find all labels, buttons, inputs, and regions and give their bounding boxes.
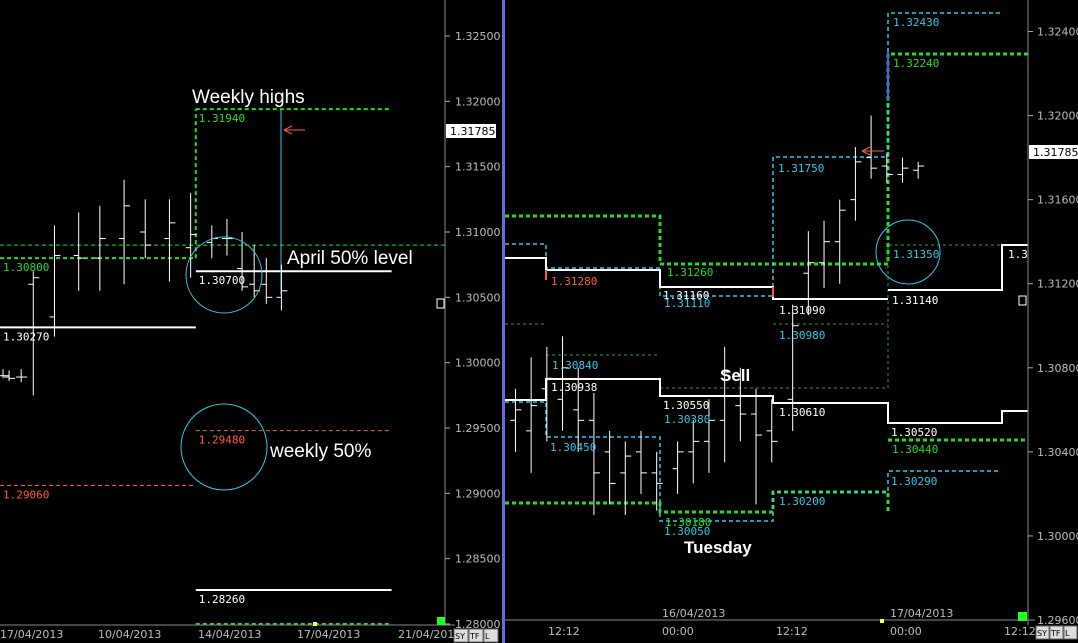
- level-label: 1.30840: [552, 359, 598, 372]
- level-label: 1.30380: [664, 413, 710, 426]
- y-tick-label: 1.32400: [1037, 26, 1078, 39]
- corner-button-tf[interactable]: TF: [468, 628, 484, 643]
- y-tick-label: 1.29600: [1037, 614, 1078, 627]
- x-tick-label: 00:00: [890, 625, 922, 638]
- annotation-april-50: April 50% level: [287, 248, 413, 269]
- level-label: 1.31140: [892, 294, 938, 307]
- corner-button-label: TF: [469, 632, 480, 641]
- y-tick-label: 1.30000: [1037, 530, 1078, 543]
- forex-chart-canvas: 1.31940 1.30800 1.30700 1.30270 1.29480 1.290…: [0, 0, 1078, 643]
- y-tick-label: 1.28500: [455, 553, 501, 566]
- x-tick-label: 12:12: [776, 625, 808, 638]
- daily-high-line: [505, 52, 1028, 266]
- level-label: 1.31280: [551, 275, 597, 288]
- white-pivot-upper: [505, 244, 1028, 300]
- level-label: 1.32430: [893, 16, 939, 29]
- level-label: 1.30700: [199, 274, 245, 287]
- annotation-sell: Sell: [720, 366, 750, 385]
- x-tick-label: 12:12: [1004, 625, 1036, 638]
- corner-button-tf[interactable]: TF: [1049, 625, 1064, 640]
- level-label: 1.30290: [891, 475, 937, 488]
- last-price-label: 1.31785: [1033, 146, 1078, 159]
- left-axis-strip: [445, 0, 503, 625]
- y-tick-label: 1.32500: [455, 30, 501, 43]
- time-marker: [313, 622, 317, 626]
- scroll-handle-icon: [1018, 295, 1027, 306]
- highlight-circle: [180, 403, 268, 491]
- x-tick-label: 00:00: [662, 625, 694, 638]
- level-label: 1.31750: [778, 162, 824, 175]
- level-label: 1.32240: [893, 57, 939, 70]
- level-label: 1.30050: [664, 525, 710, 538]
- x-tick-label: 17/04/2013: [0, 628, 63, 641]
- x-tick-label: 12:12: [548, 625, 580, 638]
- level-label: 1.30980: [779, 329, 825, 342]
- level-label: 1.30270: [3, 330, 49, 343]
- y-tick-label: 1.31600: [1037, 194, 1078, 207]
- y-tick-label: 1.31500: [455, 161, 501, 174]
- panel-divider: [502, 0, 505, 643]
- level-label: 1.29480: [199, 434, 245, 447]
- corner-button-label: SY: [1037, 629, 1047, 638]
- level-label: 1.30450: [550, 441, 596, 454]
- y-tick-label: 1.31200: [1037, 278, 1078, 291]
- y-tick-label: 1.30000: [455, 357, 501, 370]
- corner-button-sy[interactable]: SY: [1035, 625, 1050, 640]
- level-label: 1.30440: [892, 443, 938, 456]
- level-label: 1.3: [1008, 248, 1028, 261]
- corner-button-label: TF: [1050, 629, 1061, 638]
- level-label: 1.28260: [199, 593, 245, 606]
- level-label: 1.30938: [551, 381, 597, 394]
- y-tick-label: 1.29000: [455, 487, 501, 500]
- corner-button-sy[interactable]: SY: [453, 628, 469, 643]
- y-tick-label: 1.31000: [455, 226, 501, 239]
- status-marker: [437, 617, 445, 625]
- corner-button-label: L: [1065, 629, 1070, 638]
- y-tick-label: 1.30800: [1037, 362, 1078, 375]
- date-label: 16/04/2013: [662, 607, 725, 620]
- annotation-tuesday: Tuesday: [684, 538, 752, 557]
- x-tick-label: 21/04/2013: [398, 628, 461, 641]
- time-marker: [880, 619, 884, 623]
- annotation-weekly-50: weekly 50%: [269, 441, 371, 462]
- y-tick-label: 1.32000: [455, 95, 501, 108]
- level-label: 1.30200: [779, 495, 825, 508]
- corner-button-label: SY: [455, 632, 465, 641]
- scroll-handle-icon: [436, 298, 445, 309]
- x-tick-label: 14/04/2013: [198, 628, 261, 641]
- level-label: 1.30800: [3, 261, 49, 274]
- level-label: 1.29060: [3, 488, 49, 501]
- corner-button-l[interactable]: L: [483, 628, 499, 643]
- y-tick-label: 1.30500: [455, 291, 501, 304]
- level-label: 1.31090: [779, 304, 825, 317]
- level-label: 1.30550: [663, 399, 709, 412]
- level-label: 1.31350: [893, 248, 939, 261]
- level-label: 1.31260: [667, 266, 713, 279]
- corner-button-label: L: [485, 632, 490, 641]
- last-price-label: 1.31785: [450, 125, 496, 138]
- level-label: 1.30520: [891, 426, 937, 439]
- y-tick-label: 1.30400: [1037, 446, 1078, 459]
- level-label: 1.31110: [664, 297, 710, 310]
- corner-button-l[interactable]: L: [1063, 625, 1078, 640]
- x-tick-label: 10/04/2013: [98, 628, 161, 641]
- annotation-weekly-highs: Weekly highs: [192, 87, 305, 108]
- y-tick-label: 1.29500: [455, 422, 501, 435]
- x-tick-label: 17/04/2013: [297, 628, 360, 641]
- date-label: 17/04/2013: [890, 607, 953, 620]
- level-label: 1.31940: [199, 112, 245, 125]
- y-tick-label: 1.32000: [1037, 110, 1078, 123]
- status-marker: [1018, 612, 1027, 621]
- level-label: 1.30610: [779, 406, 825, 419]
